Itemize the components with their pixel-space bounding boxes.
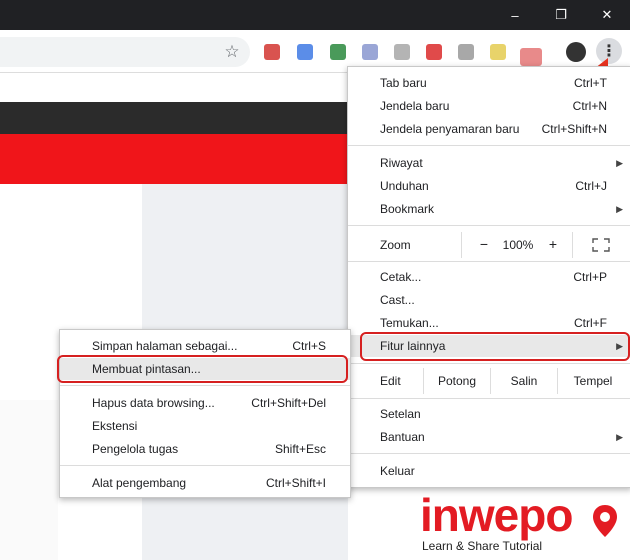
- copy-button[interactable]: Salin: [491, 374, 557, 388]
- menu-item-incognito[interactable]: Jendela penyamaran baru Ctrl+Shift+N: [348, 118, 630, 140]
- menu-separator: [348, 363, 630, 364]
- menu-item-find[interactable]: Temukan... Ctrl+F: [348, 312, 630, 334]
- extension-icon[interactable]: [264, 44, 280, 60]
- menu-item-exit[interactable]: Keluar: [348, 460, 630, 482]
- menu-separator: [348, 453, 630, 454]
- inwepo-logo: inwepo Learn & Share Tutorial: [420, 490, 620, 560]
- menu-item-settings[interactable]: Setelan: [348, 403, 630, 425]
- submenu-item-save-page[interactable]: Simpan halaman sebagai... Ctrl+S: [60, 335, 350, 357]
- location-pin-icon: [593, 505, 617, 537]
- menu-item-downloads[interactable]: Unduhan Ctrl+J: [348, 175, 630, 197]
- zoom-level: 100%: [502, 238, 534, 252]
- page-side-area: [0, 400, 58, 560]
- submenu-item-extensions[interactable]: Ekstensi: [60, 415, 350, 437]
- address-bar[interactable]: [0, 37, 250, 67]
- submenu-item-task-manager[interactable]: Pengelola tugas Shift+Esc: [60, 438, 350, 460]
- menu-item-cast[interactable]: Cast...: [348, 289, 630, 311]
- menu-separator: [348, 398, 630, 399]
- submenu-arrow-icon: ▶: [616, 203, 623, 214]
- logo-brand: inwepo: [420, 489, 573, 541]
- menu-separator: [60, 385, 350, 386]
- maximize-icon: ❐: [555, 7, 567, 22]
- extension-icon[interactable]: [394, 44, 410, 60]
- extension-icon[interactable]: [426, 44, 442, 60]
- paste-button[interactable]: Tempel: [560, 374, 626, 388]
- extension-icon[interactable]: [458, 44, 474, 60]
- page-header-bar: [0, 102, 350, 134]
- submenu-item-clear-data[interactable]: Hapus data browsing... Ctrl+Shift+Del: [60, 392, 350, 414]
- menu-item-print[interactable]: Cetak... Ctrl+P: [348, 266, 630, 288]
- extension-icon[interactable]: [297, 44, 313, 60]
- submenu-item-developer-tools[interactable]: Alat pengembang Ctrl+Shift+I: [60, 472, 350, 494]
- extension-icon[interactable]: [520, 48, 542, 66]
- page-red-banner: [0, 134, 350, 184]
- submenu-arrow-icon: ▶: [616, 157, 623, 168]
- cut-button[interactable]: Potong: [424, 374, 490, 388]
- menu-item-new-tab[interactable]: Tab baru Ctrl+T: [348, 72, 630, 94]
- minimize-button[interactable]: –: [492, 0, 538, 30]
- extension-icon[interactable]: [330, 44, 346, 60]
- close-icon: ✕: [601, 7, 613, 22]
- fullscreen-icon[interactable]: [592, 238, 610, 252]
- zoom-out-button[interactable]: −: [472, 236, 496, 252]
- maximize-button[interactable]: ❐: [538, 0, 584, 30]
- close-window-button[interactable]: ✕: [584, 0, 630, 30]
- menu-item-history[interactable]: Riwayat ▶: [348, 152, 630, 174]
- minimize-icon: –: [511, 7, 519, 23]
- zoom-row: Zoom − 100% +: [348, 232, 630, 258]
- menu-separator: [348, 225, 630, 226]
- menu-separator: [348, 261, 630, 262]
- submenu-arrow-icon: ▶: [616, 431, 623, 442]
- menu-separator: [60, 465, 350, 466]
- highlight-box: [360, 332, 630, 361]
- menu-item-new-window[interactable]: Jendela baru Ctrl+N: [348, 95, 630, 117]
- highlight-box: [57, 355, 348, 383]
- logo-tagline: Learn & Share Tutorial: [422, 539, 543, 553]
- chrome-main-menu: Tab baru Ctrl+T Jendela baru Ctrl+N Jendel…: [347, 66, 630, 488]
- menu-separator: [348, 145, 630, 146]
- menu-item-bookmarks[interactable]: Bookmark ▶: [348, 198, 630, 220]
- zoom-in-button[interactable]: +: [541, 236, 565, 252]
- extension-icon[interactable]: [490, 44, 506, 60]
- edit-row: Edit Potong Salin Tempel: [348, 368, 630, 394]
- menu-item-help[interactable]: Bantuan ▶: [348, 426, 630, 448]
- bookmark-star-icon[interactable]: ☆: [222, 42, 242, 62]
- more-tools-submenu: Simpan halaman sebagai... Ctrl+S Membuat …: [57, 329, 351, 498]
- extension-icon[interactable]: [362, 44, 378, 60]
